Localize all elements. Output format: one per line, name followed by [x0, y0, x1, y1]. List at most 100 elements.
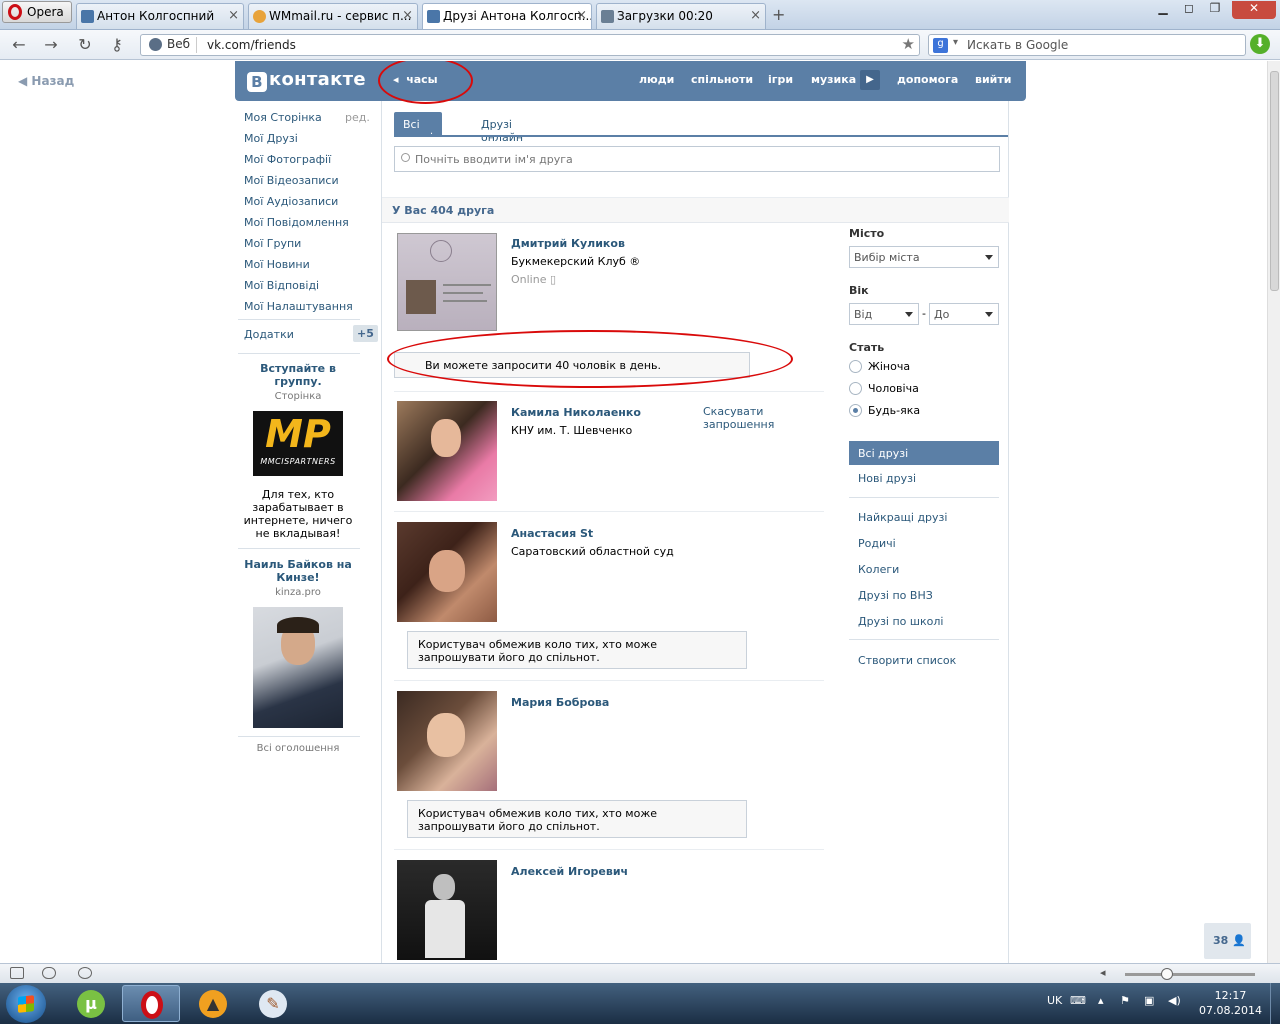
filter-new-friends[interactable]: Нові друзі [858, 472, 916, 485]
create-list-link[interactable]: Створити список [858, 654, 956, 667]
filter-school[interactable]: Друзі по школі [858, 615, 943, 628]
restore-icon[interactable]: ◻ [1176, 1, 1202, 19]
menu-answers[interactable]: Мої Відповіді [244, 279, 319, 292]
menu-audio[interactable]: Мої Аудіозаписи [244, 195, 338, 208]
system-clock[interactable]: 12:17 07.08.2014 [1193, 988, 1268, 1018]
close-window-icon[interactable]: ✕ [1232, 1, 1276, 19]
menu-friends[interactable]: Мої Друзі [244, 132, 298, 145]
nav-games[interactable]: ігри [768, 73, 793, 86]
nav-people[interactable]: люди [639, 73, 674, 86]
ad-title[interactable]: Вступайте в группу. [238, 362, 358, 388]
filter-best-friends[interactable]: Найкращі друзі [858, 511, 947, 524]
utorrent-taskbar-item[interactable]: µ [62, 985, 120, 1022]
online-friends-counter[interactable]: 38 👤 [1204, 923, 1251, 959]
language-indicator[interactable]: UK [1047, 994, 1062, 1007]
back-link[interactable]: ◀ Назад [18, 74, 74, 88]
age-to-select[interactable]: До [929, 303, 999, 325]
close-tab-icon[interactable]: × [750, 8, 761, 23]
friend-name[interactable]: Алексей Игоревич [511, 865, 628, 878]
friend-avatar[interactable] [397, 401, 497, 501]
search-input[interactable]: g ▾ Искать в Google [928, 34, 1246, 56]
menu-photos[interactable]: Мої Фотографії [244, 153, 331, 166]
menu-settings[interactable]: Мої Налаштування [244, 300, 353, 313]
menu-groups[interactable]: Мої Групи [244, 237, 301, 250]
friend-avatar[interactable] [397, 691, 497, 791]
nav-communities[interactable]: спільноти [691, 73, 753, 86]
gender-female-radio[interactable] [849, 360, 862, 373]
age-from-select[interactable]: Від [849, 303, 919, 325]
turbo-icon[interactable] [42, 967, 56, 979]
close-tab-icon[interactable]: × [228, 8, 239, 23]
menu-news[interactable]: Мої Новини [244, 258, 310, 271]
cancel-invite-link[interactable]: Скасувати запрошення [703, 405, 793, 431]
panel-toggle-icon[interactable] [10, 967, 24, 979]
play-icon[interactable]: ▶ [860, 70, 880, 90]
new-tab-icon[interactable]: + [772, 5, 785, 24]
gender-female-label[interactable]: Жіноча [868, 360, 910, 373]
friend-name[interactable]: Анастасия St [511, 527, 593, 540]
close-tab-icon[interactable]: × [576, 8, 587, 23]
friend-avatar[interactable] [397, 522, 497, 622]
action-center-icon[interactable]: ⚑ [1120, 994, 1130, 1007]
gender-any-radio[interactable] [849, 404, 862, 417]
tray-expand-icon[interactable]: ▴ [1098, 994, 1104, 1007]
chevron-down-icon[interactable]: ▾ [953, 37, 958, 48]
network-icon[interactable]: ▣ [1144, 994, 1154, 1007]
zoom-slider-track[interactable] [1125, 973, 1255, 976]
ad-image[interactable]: MP MMCISPARTNERS [253, 411, 343, 476]
filter-relatives[interactable]: Родичі [858, 537, 896, 550]
show-desktop-button[interactable] [1270, 983, 1280, 1024]
browser-tab[interactable]: Загрузки 00:20 × [596, 3, 766, 29]
zoom-slider-thumb[interactable] [1161, 968, 1173, 980]
scrollbar-thumb[interactable] [1270, 71, 1279, 291]
menu-my-page[interactable]: Моя Сторінка [244, 111, 322, 124]
friend-search-input[interactable]: Почніть вводити ім'я друга [394, 146, 1000, 172]
filter-university[interactable]: Друзі по ВНЗ [858, 589, 933, 602]
friend-name[interactable]: Камила Николаенко [511, 406, 641, 419]
minimize-icon[interactable]: ▁ [1150, 1, 1176, 19]
paint-taskbar-item[interactable]: ✎ [244, 985, 302, 1022]
nav-help[interactable]: допомога [897, 73, 958, 86]
city-select[interactable]: Вибір міста [849, 246, 999, 268]
gender-male-radio[interactable] [849, 382, 862, 395]
ad-photo[interactable] [253, 607, 343, 728]
volume-icon[interactable]: ◀) [1168, 994, 1181, 1007]
view-icon[interactable]: ◂ [1100, 966, 1106, 979]
opera-taskbar-item[interactable] [122, 985, 180, 1022]
maximize-icon[interactable]: ❐ [1202, 1, 1228, 19]
all-ads-link[interactable]: Всі оголошення [238, 743, 358, 754]
forward-icon[interactable]: → [40, 35, 62, 54]
vk-logo[interactable]: Вконтакте [247, 69, 366, 92]
apps-count-badge[interactable]: +5 [353, 325, 378, 342]
back-icon[interactable]: ← [8, 35, 30, 54]
edit-link[interactable]: ред. [345, 111, 370, 124]
close-tab-icon[interactable]: × [402, 8, 413, 23]
menu-messages[interactable]: Мої Повідомлення [244, 216, 349, 229]
tab-friends-online[interactable]: Друзі онлайн [472, 112, 532, 144]
ad-title[interactable]: Наиль Байков на Кинзе! [238, 558, 358, 584]
nav-logout[interactable]: вийти [975, 73, 1011, 86]
aimp-taskbar-item[interactable]: ▲ [184, 985, 242, 1022]
reload-icon[interactable]: ↻ [74, 35, 96, 54]
keyboard-icon[interactable]: ⌨ [1070, 994, 1086, 1007]
friend-name[interactable]: Мария Боброва [511, 696, 609, 709]
menu-apps[interactable]: Додатки [244, 328, 294, 341]
menu-videos[interactable]: Мої Відеозаписи [244, 174, 339, 187]
friend-name[interactable]: Дмитрий Куликов [511, 237, 625, 250]
page-scrollbar[interactable] [1267, 61, 1280, 963]
key-icon[interactable]: ⚷ [106, 35, 128, 54]
filter-colleagues[interactable]: Колеги [858, 563, 899, 576]
nav-music[interactable]: музика [811, 73, 856, 86]
url-field[interactable]: Веб vk.com/friends ★ [140, 34, 920, 56]
start-button[interactable] [6, 985, 46, 1023]
opera-menu-button[interactable]: Opera [2, 1, 72, 23]
bookmark-star-icon[interactable]: ★ [902, 35, 915, 53]
browser-tab-active[interactable]: Друзі Антона Колгосп... × [422, 3, 592, 29]
friend-avatar[interactable] [397, 860, 497, 960]
download-arrow-icon[interactable]: ⬇ [1250, 34, 1270, 54]
speed-dial-icon[interactable] [78, 967, 92, 979]
browser-tab[interactable]: WMmail.ru - сервис п... × [248, 3, 418, 29]
filter-all-friends[interactable]: Всі друзі [849, 441, 999, 465]
gender-any-label[interactable]: Будь-яка [868, 404, 920, 417]
gender-male-label[interactable]: Чоловіча [868, 382, 919, 395]
